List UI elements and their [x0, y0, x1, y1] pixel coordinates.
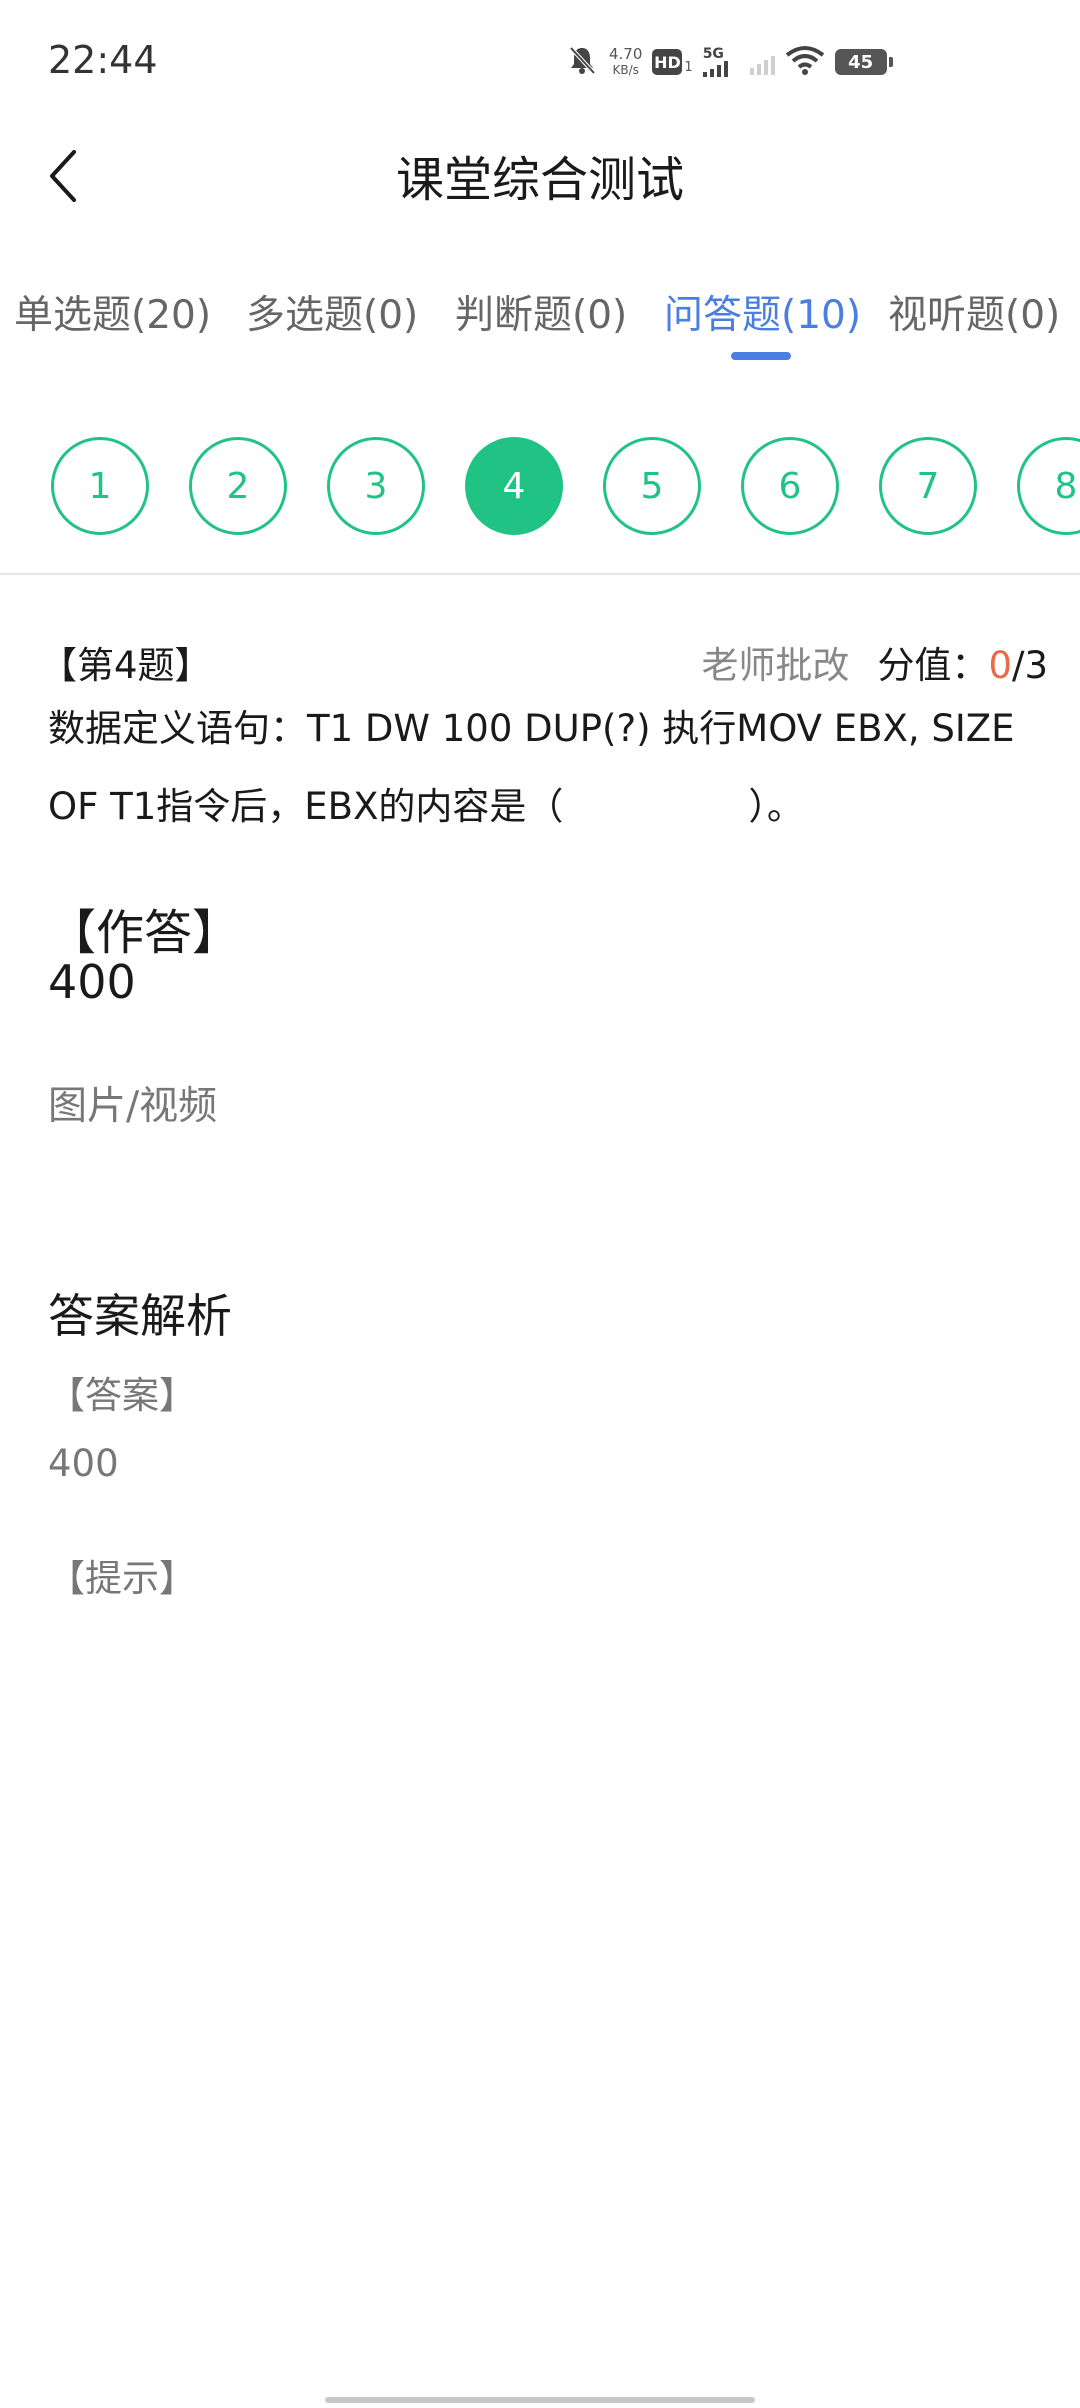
- home-indicator[interactable]: [325, 2397, 755, 2403]
- answer-key-label: 【答案】: [48, 1374, 196, 1417]
- battery-icon: 45: [834, 49, 893, 75]
- question-number-button[interactable]: 3: [327, 437, 425, 535]
- mute-bell-icon: [565, 43, 599, 81]
- grading-mode: 老师批改: [701, 644, 850, 687]
- question-text-line: OF T1指令后，EBX的内容是（ ）。: [48, 785, 804, 828]
- net-speed-unit: KB/s: [612, 63, 639, 77]
- question-number-button[interactable]: 8: [1017, 437, 1080, 535]
- network-type: 5G: [702, 46, 724, 62]
- tab-audio-visual[interactable]: 视听题(0): [888, 284, 1060, 340]
- score-separator: /: [1011, 644, 1025, 687]
- hd-sub: 1: [684, 60, 693, 75]
- signal-bars-icon: [702, 61, 728, 77]
- score-total: 3: [1024, 644, 1048, 687]
- active-tab-indicator: [731, 352, 791, 360]
- tab-single-choice[interactable]: 单选题(20): [14, 284, 211, 340]
- answer-value: 400: [48, 955, 136, 1009]
- question-number-list: 1 2 3 4 5 6 7 8: [0, 437, 1080, 537]
- analysis-heading: 答案解析: [48, 1289, 232, 1343]
- answer-heading: 【作答】: [48, 905, 241, 961]
- net-speed: 4.70 KB/s: [609, 46, 642, 78]
- question-label: 【第4题】: [40, 644, 212, 687]
- hint-label: 【提示】: [48, 1557, 196, 1600]
- status-time: 22:44: [48, 38, 158, 82]
- tab-qa[interactable]: 问答题(10): [664, 284, 861, 340]
- question-meta: 老师批改 分值：0/3: [701, 635, 1048, 689]
- media-label: 图片/视频: [48, 1084, 218, 1129]
- tab-true-false[interactable]: 判断题(0): [455, 284, 627, 340]
- answer-key-value: 400: [48, 1442, 119, 1485]
- question-number-button[interactable]: 5: [603, 437, 701, 535]
- hd-indicator: HD 1: [652, 49, 693, 75]
- hd-icon: HD: [652, 49, 683, 75]
- page-title: 课堂综合测试: [395, 152, 684, 208]
- signal-5g: 5G: [702, 46, 728, 77]
- tab-multiple-choice[interactable]: 多选题(0): [246, 284, 418, 340]
- net-speed-value: 4.70: [609, 45, 643, 63]
- divider: [0, 573, 1080, 575]
- score-label: 分值：: [877, 644, 989, 687]
- score-obtained: 0: [988, 644, 1012, 687]
- question-text: 数据定义语句：T1 DW 100 DUP(?) 执行MOV EBX, SIZE …: [48, 690, 1048, 846]
- signal-bars-2-icon: [749, 49, 775, 75]
- question-number-button[interactable]: 7: [879, 437, 977, 535]
- wifi-icon: [785, 45, 825, 79]
- status-icons: 4.70 KB/s HD 1 5G 45: [565, 42, 893, 82]
- question-text-line: 数据定义语句：T1 DW 100 DUP(?) 执行MOV EBX, SIZE: [48, 707, 1015, 750]
- question-type-tabs: 单选题(20) 多选题(0) 判断题(0) 问答题(10) 视听题(0): [0, 284, 1080, 344]
- question-number-button-active[interactable]: 4: [465, 437, 563, 535]
- question-number-button[interactable]: 2: [189, 437, 287, 535]
- question-number-button[interactable]: 1: [51, 437, 149, 535]
- question-number-button[interactable]: 6: [741, 437, 839, 535]
